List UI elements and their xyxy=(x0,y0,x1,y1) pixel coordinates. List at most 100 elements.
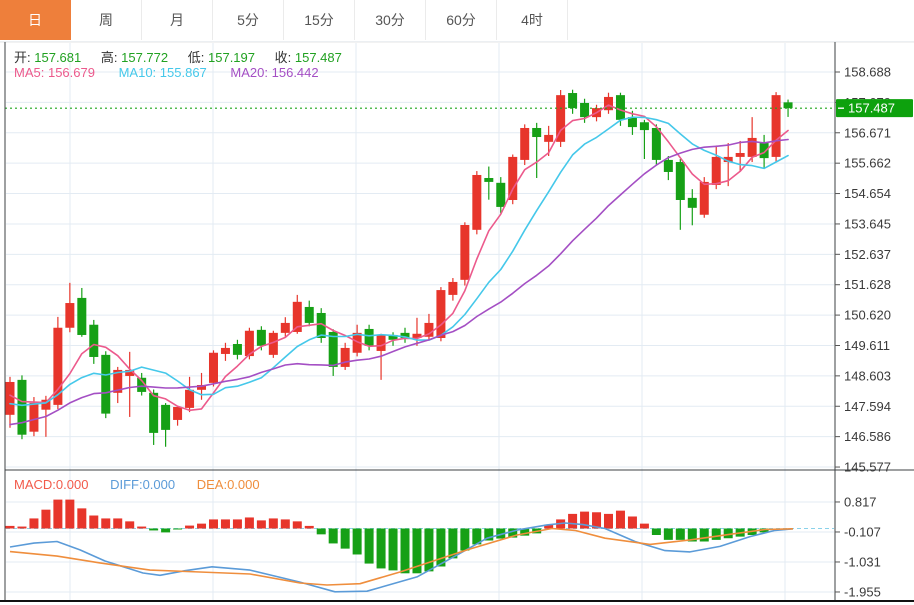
candle-body xyxy=(220,347,230,354)
tab-30min[interactable]: 30分 xyxy=(355,0,426,40)
ma20-line xyxy=(9,138,789,426)
macd-bar xyxy=(101,518,111,529)
ma5-line xyxy=(9,104,789,412)
tab-month[interactable]: 月 xyxy=(142,0,213,40)
candle-body xyxy=(17,379,27,435)
candle-body xyxy=(508,156,518,200)
candle-body xyxy=(484,177,494,182)
candle-body xyxy=(460,225,470,280)
macd-bar xyxy=(185,525,195,529)
candle-body xyxy=(783,102,793,109)
macd-bar xyxy=(340,528,350,549)
price-tick-label: 149.611 xyxy=(844,338,890,353)
macd-bar xyxy=(328,528,338,544)
period-tab-bar: 日周月 5分 15分 30分 60分 4时 xyxy=(0,0,914,42)
candle-body xyxy=(89,324,99,357)
price-tick-label: 150.620 xyxy=(844,308,891,323)
macd-bar xyxy=(53,499,63,529)
macd-bar xyxy=(639,523,649,529)
price-tick-label: 152.637 xyxy=(844,247,891,262)
candle-body xyxy=(65,303,75,328)
candle-body xyxy=(364,328,374,346)
candle-body xyxy=(340,347,350,367)
tab-4hour[interactable]: 4时 xyxy=(497,0,568,40)
candle-body xyxy=(472,174,482,230)
macd-bar xyxy=(137,526,147,529)
candle-body xyxy=(448,281,458,295)
chart-svg[interactable]: 158.688157.679156.671155.662154.654153.6… xyxy=(0,0,914,605)
macd-bar xyxy=(675,528,685,540)
price-tick-label: 153.645 xyxy=(844,216,891,231)
macd-bar xyxy=(220,519,230,529)
macd-tick-label: -1.031 xyxy=(844,554,881,569)
macd-bar xyxy=(232,519,242,529)
candle-body xyxy=(699,181,709,215)
macd-bar xyxy=(627,516,637,529)
macd-bar xyxy=(17,526,27,529)
macd-bar xyxy=(400,528,410,574)
candle-body xyxy=(580,102,590,118)
macd-bar xyxy=(65,499,75,529)
macd-bar xyxy=(173,528,183,530)
macd-bar xyxy=(149,528,159,531)
macd-bar xyxy=(244,517,254,529)
candle-body xyxy=(639,122,649,131)
candle-body xyxy=(544,134,554,142)
candle-body xyxy=(149,392,159,433)
macd-bar xyxy=(424,528,434,572)
macd-bar xyxy=(113,518,123,529)
macd-bar xyxy=(436,528,446,567)
candle-body xyxy=(711,156,721,185)
macd-bar xyxy=(663,528,673,540)
macd-bar xyxy=(316,528,326,535)
macd-bar xyxy=(460,528,470,551)
current-price-badge-value: 157.487 xyxy=(848,101,895,116)
candle-body xyxy=(5,381,15,415)
candle-body xyxy=(687,197,697,208)
candle-body xyxy=(161,404,171,430)
price-tick-label: 146.586 xyxy=(844,429,891,444)
candle-body xyxy=(256,329,266,346)
macd-bar xyxy=(711,528,721,540)
macd-bar xyxy=(615,510,625,529)
candle-body xyxy=(280,322,290,333)
macd-bar xyxy=(292,521,302,529)
candle-body xyxy=(496,182,506,207)
price-tick-label: 156.671 xyxy=(844,125,891,140)
candle-body xyxy=(663,159,673,172)
candle-body xyxy=(185,389,195,408)
macd-bar xyxy=(208,519,218,529)
macd-bar xyxy=(125,521,135,529)
candle-body xyxy=(208,352,218,383)
macd-bar xyxy=(699,528,709,542)
tab-5min[interactable]: 5分 xyxy=(213,0,284,40)
kline-chart-app: 158.688157.679156.671155.662154.654153.6… xyxy=(0,0,914,605)
candle-body xyxy=(376,334,386,351)
tab-day[interactable]: 日 xyxy=(0,0,71,40)
tab-week[interactable]: 周 xyxy=(71,0,142,40)
macd-bar xyxy=(5,525,15,529)
macd-bar xyxy=(268,518,278,529)
candle-body xyxy=(520,127,530,160)
macd-bar xyxy=(161,528,171,533)
macd-bar xyxy=(364,528,374,564)
candle-body xyxy=(759,143,769,159)
macd-bar xyxy=(388,528,398,571)
macd-bar xyxy=(352,528,362,555)
candle-body xyxy=(304,306,314,323)
tab-60min[interactable]: 60分 xyxy=(426,0,497,40)
price-tick-label: 158.688 xyxy=(844,65,891,80)
tab-15min[interactable]: 15分 xyxy=(284,0,355,40)
macd-bar xyxy=(41,509,51,529)
macd-bar xyxy=(376,528,386,569)
macd-bar xyxy=(29,518,39,529)
candle-body xyxy=(436,290,446,338)
candle-body xyxy=(232,344,242,355)
price-tick-label: 148.603 xyxy=(844,368,891,383)
candle-body xyxy=(735,152,745,157)
candle-body xyxy=(771,95,781,157)
price-tick-label: 154.654 xyxy=(844,186,891,201)
candle-body xyxy=(651,127,661,160)
candle-body xyxy=(615,95,625,120)
candle-body xyxy=(77,297,87,335)
